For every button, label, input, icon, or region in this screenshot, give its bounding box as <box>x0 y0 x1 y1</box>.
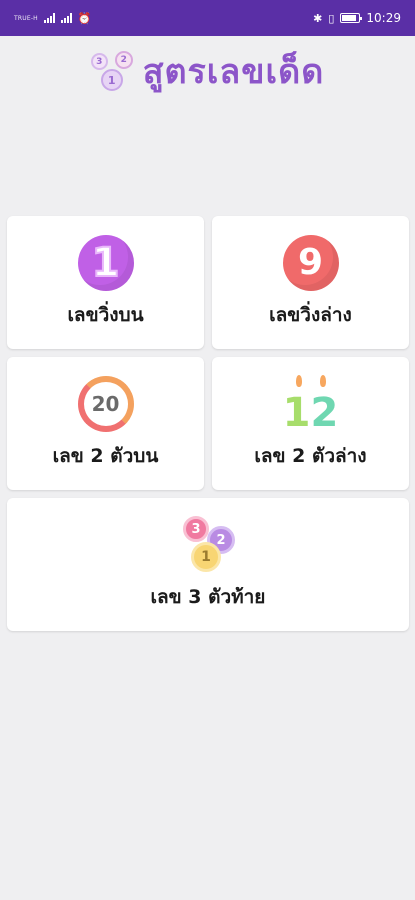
run-bottom-card[interactable]: 9 เลขวิ่งล่าง <box>212 216 409 349</box>
run-top-label: เลขวิ่งบน <box>67 304 144 326</box>
logo-ball-1: 1 <box>100 69 123 91</box>
digit-two: 2 <box>310 390 339 436</box>
clock: 10:29 <box>366 11 401 25</box>
bluetooth-icon: ✱ <box>313 11 323 25</box>
signal-icon-2 <box>60 13 72 23</box>
lottery-balls-icon: 3 2 1 <box>177 514 239 576</box>
ball-three: 3 <box>183 516 209 542</box>
number-one-icon: 1 <box>75 232 137 294</box>
run-top-card[interactable]: 1 เลขวิ่งบน <box>7 216 204 349</box>
carrier-label: TRUE-H <box>14 14 38 22</box>
two-bottom-card[interactable]: 12 เลข 2 ตัวล่าง <box>212 357 409 490</box>
candle-icon <box>319 375 326 387</box>
battery-icon <box>340 13 363 23</box>
app-header: 3 2 1 สูตรเลขเด็ด <box>0 44 415 98</box>
number-twenty-glyph: 20 <box>91 392 120 416</box>
signal-icon <box>43 13 55 23</box>
logo-ball-3: 3 <box>90 53 108 70</box>
candle-icon <box>295 375 302 387</box>
vibrate-icon: ▯ <box>328 11 335 25</box>
birthday-twelve-icon: 12 <box>280 373 342 435</box>
two-bottom-label: เลข 2 ตัวล่าง <box>254 445 367 467</box>
logo-icon: 3 2 1 <box>90 47 135 95</box>
three-tail-label: เลข 3 ตัวท้าย <box>150 586 266 608</box>
app-title: สูตรเลขเด็ด <box>142 52 325 92</box>
two-top-label: เลข 2 ตัวบน <box>52 445 159 467</box>
ball-one: 1 <box>191 542 221 572</box>
run-bottom-label: เลขวิ่งล่าง <box>269 304 352 326</box>
status-bar: TRUE-H ⏰ ✱ ▯ 10:29 <box>0 0 415 36</box>
alarm-icon: ⏰ <box>77 11 92 25</box>
digit-one: 1 <box>282 390 311 436</box>
number-nine-icon: 9 <box>280 232 342 294</box>
three-tail-card[interactable]: 3 2 1 เลข 3 ตัวท้าย <box>7 498 409 631</box>
logo-ball-2: 2 <box>114 51 133 69</box>
number-nine-glyph: 9 <box>297 242 324 283</box>
two-top-card[interactable]: 20 เลข 2 ตัวบน <box>7 357 204 490</box>
number-twenty-icon: 20 <box>75 373 137 435</box>
number-one-glyph: 1 <box>91 240 121 286</box>
